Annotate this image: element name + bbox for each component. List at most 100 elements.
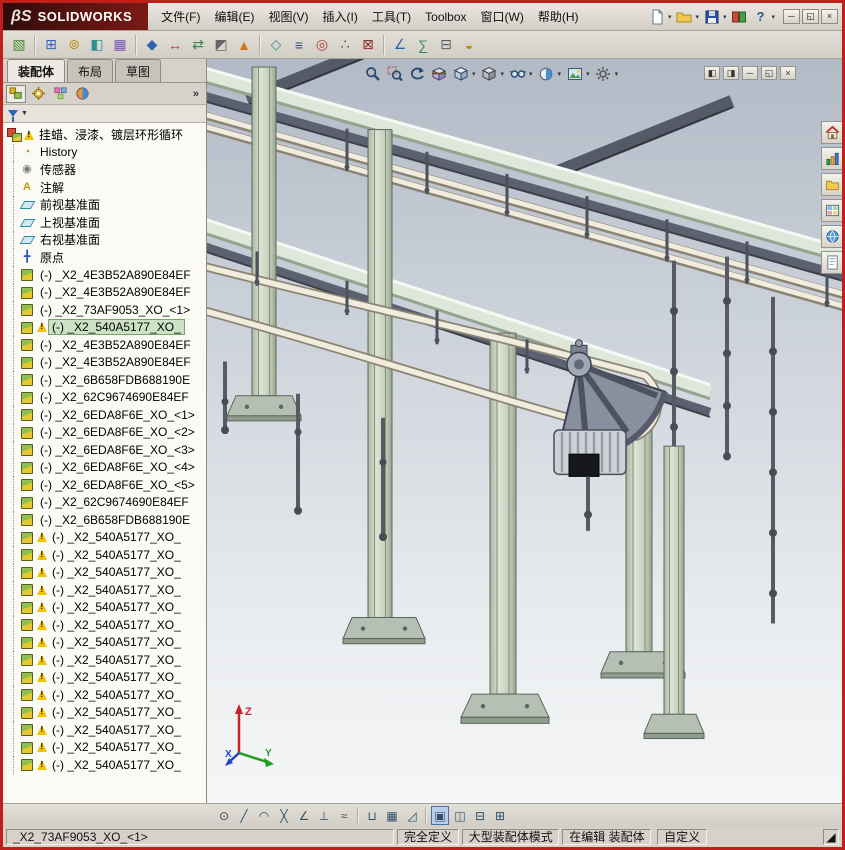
tree-item[interactable]: 前视基准面 <box>6 196 206 214</box>
view-settings-caret-icon[interactable]: ▾ <box>615 70 619 78</box>
linear-component-pattern-button[interactable]: ▦ <box>109 34 131 56</box>
four-viewport-button[interactable]: ⊞ <box>491 806 509 825</box>
tree-item[interactable]: (-) _X2_6EDA8F6E_XO_<4> <box>6 458 206 477</box>
restore-document-button[interactable]: ◱ <box>761 66 777 80</box>
menu-item-3[interactable]: 视图(V) <box>262 4 316 29</box>
open-document-icon[interactable] <box>674 7 694 27</box>
statusbar-toggle-icon[interactable]: ◢ <box>822 829 839 845</box>
single-viewport-button[interactable]: ▣ <box>431 806 449 825</box>
tree-item[interactable]: (-) _X2_540A5177_XO_ <box>6 651 206 669</box>
tree-item[interactable]: (-) _X2_4E3B52A890E84EF <box>6 353 206 372</box>
tab-装配体[interactable]: 装配体 <box>7 59 66 82</box>
minimize-button[interactable]: ─ <box>783 9 800 24</box>
two-viewport-horizontal-button[interactable]: ◫ <box>451 806 469 825</box>
filter-caret-icon[interactable]: ▼ <box>21 110 28 117</box>
motion-study-button[interactable]: ◒ <box>458 34 480 56</box>
propertymanager-tab[interactable] <box>28 85 48 103</box>
section-view-button[interactable] <box>428 64 449 83</box>
tree-item[interactable]: (-) _X2_540A5177_XO_ <box>6 703 206 722</box>
tree-item[interactable]: ◔ History <box>6 143 206 162</box>
display-style-caret-icon[interactable]: ▾ <box>501 70 505 78</box>
tree-item[interactable]: ╋ 原点 <box>6 248 206 267</box>
tree-item[interactable]: (-) _X2_540A5177_XO_ <box>6 598 206 617</box>
tab-草图[interactable]: 草图 <box>115 59 162 82</box>
tree-item[interactable]: 挂蜡、浸漆、镀层环形循环 <box>6 126 206 144</box>
assembly-features-button[interactable]: ▲ <box>233 34 255 56</box>
tree-item[interactable]: (-) _X2_4E3B52A890E84EF <box>6 266 206 284</box>
edit-appearance-caret-icon[interactable]: ▾ <box>558 70 562 78</box>
point-snap-button[interactable]: ⊙ <box>215 806 233 825</box>
filter-icon[interactable] <box>8 110 18 122</box>
two-viewport-vertical-button[interactable]: ⊟ <box>471 806 489 825</box>
restore-button[interactable]: ◱ <box>802 9 819 24</box>
mate-button[interactable]: ⊚ <box>63 34 85 56</box>
angle-snap-button[interactable]: ∠ <box>295 806 313 825</box>
edit-appearance-button[interactable] <box>536 64 557 83</box>
minimize-document-button[interactable]: ─ <box>742 66 758 80</box>
view-toggle-icon[interactable] <box>729 7 749 27</box>
display-style-button[interactable] <box>479 64 500 83</box>
tree-item[interactable]: (-) _X2_540A5177_XO_ <box>6 633 206 652</box>
tree-item[interactable]: ◉ 传感器 <box>6 161 206 179</box>
open-document-caret-icon[interactable]: ▾ <box>695 13 699 21</box>
view-settings-button[interactable] <box>593 64 614 83</box>
tree-item[interactable]: (-) _X2_73AF9053_XO_<1> <box>6 301 206 319</box>
insert-components-button[interactable]: ⊞ <box>40 34 62 56</box>
edit-component-button[interactable]: ▧ <box>8 34 30 56</box>
tree-item[interactable]: (-) _X2_540A5177_XO_ <box>6 738 206 757</box>
hide-show-items-button[interactable] <box>507 64 528 83</box>
pane-right-button[interactable]: ◨ <box>723 66 739 80</box>
pane-left-button[interactable]: ◧ <box>704 66 720 80</box>
tree-item[interactable]: (-) _X2_540A5177_XO_ <box>6 581 206 599</box>
zoom-area-button[interactable] <box>384 64 405 83</box>
menu-item-5[interactable]: 工具(T) <box>365 4 418 29</box>
tree-item[interactable]: (-) _X2_6EDA8F6E_XO_<1> <box>6 406 206 424</box>
apply-scene-button[interactable] <box>564 64 585 83</box>
tree-item[interactable]: (-) _X2_540A5177_XO_ <box>6 756 206 774</box>
3d-model-conveyor-assembly[interactable] <box>207 59 842 803</box>
new-document-icon[interactable] <box>647 7 667 27</box>
interference-detection-button[interactable]: ⊠ <box>357 34 379 56</box>
show-hidden-components-button[interactable]: ◩ <box>210 34 232 56</box>
status-customize[interactable]: 自定义 <box>657 829 707 845</box>
view-orientation-button[interactable] <box>450 64 471 83</box>
solidworks-resources-tab[interactable] <box>821 121 842 144</box>
move-component-button[interactable]: ↔ <box>164 34 186 56</box>
tree-item[interactable]: (-) _X2_6EDA8F6E_XO_<5> <box>6 476 206 494</box>
menu-item-8[interactable]: 帮助(H) <box>531 4 586 29</box>
appearances-scenes-tab[interactable] <box>821 225 842 248</box>
help-caret-icon[interactable]: ▾ <box>771 13 775 21</box>
measure-button[interactable]: ∠ <box>389 34 411 56</box>
snap-angle-button[interactable]: ◿ <box>403 806 421 825</box>
bill-of-materials-button[interactable]: ≡ <box>288 34 310 56</box>
rotate-component-button[interactable]: ⇄ <box>187 34 209 56</box>
tree-item[interactable]: 上视基准面 <box>6 213 206 232</box>
custom-properties-tab[interactable] <box>821 251 842 274</box>
view-orientation-caret-icon[interactable]: ▾ <box>472 70 476 78</box>
file-explorer-tab[interactable] <box>821 173 842 196</box>
tree-item[interactable]: (-) _X2_540A5177_XO_ <box>6 668 206 687</box>
tree-item[interactable]: A 注解 <box>6 178 206 197</box>
tree-item[interactable]: (-) _X2_6B658FDB688190E <box>6 371 206 389</box>
tree-item[interactable]: (-) _X2_540A5177_XO_ <box>6 563 206 582</box>
spline-snap-button[interactable]: ≈ <box>335 806 353 825</box>
menu-item-1[interactable]: 文件(F) <box>154 4 207 29</box>
exploded-view-button[interactable]: ◎ <box>311 34 333 56</box>
tree-item[interactable]: (-) _X2_62C9674690E84EF <box>6 493 206 512</box>
expand-panel-button[interactable]: » <box>189 88 203 100</box>
hide-show-items-caret-icon[interactable]: ▾ <box>529 70 533 78</box>
tree-item[interactable]: (-) _X2_4E3B52A890E84EF <box>6 283 206 302</box>
tree-item[interactable]: (-) _X2_540A5177_XO_ <box>6 546 206 564</box>
mass-properties-button[interactable]: ∑ <box>412 34 434 56</box>
perpendicular-snap-button[interactable]: ⊥ <box>315 806 333 825</box>
displaymanager-tab[interactable] <box>72 85 92 103</box>
tree-item[interactable]: (-) _X2_540A5177_XO_ <box>6 686 206 704</box>
smart-fasteners-button[interactable]: ◆ <box>141 34 163 56</box>
tree-item[interactable]: (-) _X2_62C9674690E84EF <box>6 388 206 407</box>
zoom-fit-button[interactable] <box>362 64 383 83</box>
tree-item[interactable]: (-) _X2_4E3B52A890E84EF <box>6 336 206 354</box>
tree-item[interactable]: (-) _X2_540A5177_XO_ <box>6 528 206 547</box>
tree-item[interactable]: (-) _X2_6B658FDB688190E <box>6 511 206 529</box>
save-document-icon[interactable] <box>702 7 722 27</box>
grid-snap-button[interactable]: ▦ <box>383 806 401 825</box>
